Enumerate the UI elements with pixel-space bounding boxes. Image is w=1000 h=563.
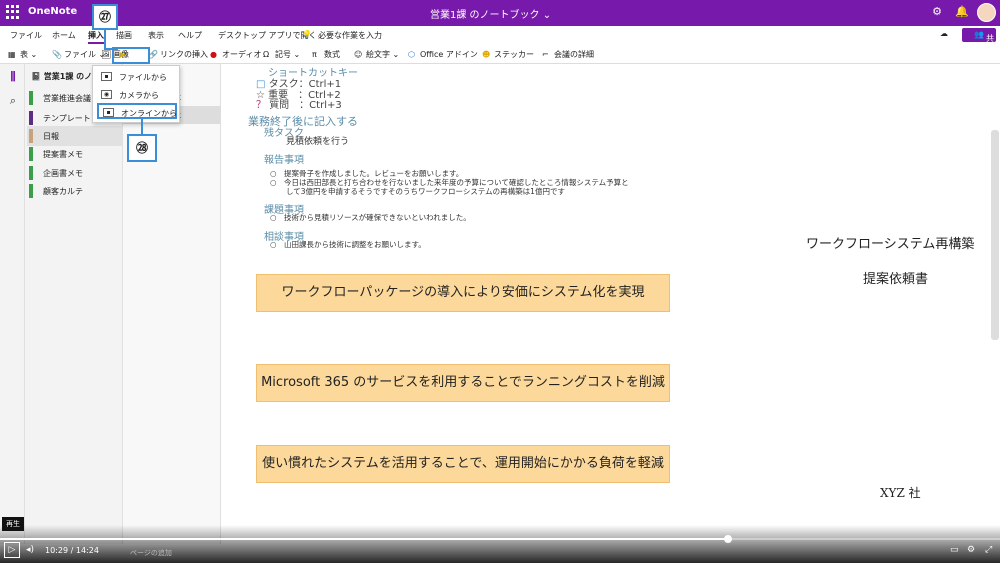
sticker-button[interactable]: ☻ ステッカー: [482, 49, 534, 60]
office-addin-button[interactable]: ⬡ Office アドイン: [408, 49, 478, 60]
section-color: [29, 91, 33, 105]
navigation-rail: ⫼ ⌕: [0, 64, 25, 544]
video-settings-icon[interactable]: ⚙: [967, 545, 975, 555]
tell-me-search[interactable]: 必要な作業を入力: [318, 30, 382, 41]
tab-draw[interactable]: 描画: [116, 30, 132, 41]
notebook-title[interactable]: 営業1課 のノートブック ⌄: [430, 6, 551, 21]
canvas-scrollbar[interactable]: [991, 130, 999, 340]
video-time: 10:29 / 14:24: [45, 546, 99, 555]
screen: OneNote 営業1課 のノートブック ⌄ ⚙ 🔔 ファイル ホーム 挿入 描…: [0, 0, 1000, 563]
highlight-box: ワークフローパッケージの導入により安価にシステム化を実現: [256, 274, 670, 312]
image-file-icon: ▪: [101, 72, 112, 81]
from-camera-menu-item[interactable]: ◉ カメラから: [97, 87, 177, 103]
section-item[interactable]: 企画書メモ: [27, 163, 122, 183]
tab-insert[interactable]: 挿入: [88, 30, 104, 44]
meeting-details-button[interactable]: ⌐ 会議の詳細: [542, 49, 594, 60]
tab-view[interactable]: 表示: [148, 30, 164, 41]
lightbulb-icon: 💡: [302, 30, 312, 39]
consult-item: ○ 山田課長から技術に調整をお願いします。: [270, 240, 426, 249]
notebooks-icon[interactable]: ⫼: [6, 70, 20, 84]
tab-file[interactable]: ファイル: [10, 30, 42, 41]
section-color: [29, 184, 33, 198]
section-color: [29, 166, 33, 180]
image-icon: 🖼: [101, 50, 112, 59]
omega-icon: Ω: [263, 50, 270, 59]
menu-tabs: ファイル ホーム 挿入 描画 表示 ヘルプ デスクトップ アプリで開く 💡 必要…: [0, 26, 1000, 57]
section-item[interactable]: 顧客カルテ: [27, 181, 122, 201]
fullscreen-icon[interactable]: ⤢: [985, 545, 992, 555]
video-progress-track[interactable]: [0, 535, 1000, 543]
insert-emoji-button[interactable]: ☺ 絵文字 ⌄: [354, 49, 399, 60]
app-name[interactable]: OneNote: [28, 6, 77, 17]
tab-home[interactable]: ホーム: [52, 30, 76, 41]
insert-file-button[interactable]: 📎 ファイル ⌄: [52, 49, 105, 60]
shortcut-line: ？ 質問 ：Ctrl+3: [256, 100, 342, 111]
report-item-continued: して3億円を申請するそうですそのうちワークフローシステムの再構築は1億円です: [286, 187, 565, 196]
from-file-menu-item[interactable]: ▪ ファイルから: [97, 69, 177, 85]
remaining-task-item: 見積依頼を行う: [286, 137, 350, 147]
section-color: [29, 111, 33, 125]
callout-arrow: [104, 48, 118, 50]
ribbon-insert: ▦ 表 ⌄ 📎 ファイル ⌄ 🖼 画像 🔗 リンクの挿入 ● オーディオ Ω 記号 ⌄ π数…: [0, 44, 1000, 64]
callout-arrow: [141, 117, 143, 135]
app-launcher-icon[interactable]: [6, 5, 20, 19]
addin-icon: ⬡: [408, 50, 415, 59]
section-item[interactable]: 日報: [27, 126, 122, 146]
online-pictures-menu-item[interactable]: ▪ オンラインから: [97, 103, 177, 119]
emoji-icon: ☺: [354, 50, 363, 59]
sync-cloud-icon[interactable]: ☁: [940, 29, 948, 38]
insert-table-button[interactable]: ▦ 表 ⌄: [8, 49, 37, 60]
settings-gear-icon[interactable]: ⚙: [930, 5, 944, 19]
add-page-button[interactable]: ページの追加: [130, 548, 172, 558]
volume-icon[interactable]: ◂): [26, 545, 34, 555]
section-color: [29, 129, 33, 143]
sticker-icon: ☻: [482, 50, 491, 59]
image-dropdown-menu: ▪ ファイルから ◉ カメラから ▪ オンラインから: [92, 65, 180, 123]
online-image-icon: ▪: [103, 108, 114, 117]
highlight-box: 使い慣れたシステムを活用することで、運用開始にかかる負荷を軽減: [256, 445, 670, 483]
section-color: [29, 147, 33, 161]
captions-icon[interactable]: ▭: [950, 545, 959, 555]
mouse-cursor-icon: ➤: [118, 50, 127, 61]
meeting-icon: ⌐: [542, 50, 549, 59]
report-heading: 報告事項: [264, 155, 304, 166]
paperclip-icon: 📎: [52, 50, 62, 59]
camera-icon: ◉: [101, 90, 112, 99]
callout-27: ㉗: [92, 4, 118, 30]
table-icon: ▦: [8, 50, 16, 59]
callout-28: ㉘: [127, 134, 157, 162]
callout-arrow: [104, 30, 106, 50]
tab-help[interactable]: ヘルプ: [178, 30, 202, 41]
insert-symbol-button[interactable]: Ω 記号 ⌄: [263, 49, 300, 60]
user-avatar[interactable]: [977, 3, 996, 22]
video-progress-fill: [0, 538, 728, 540]
slide-company: XYZ 社: [880, 486, 921, 500]
issue-item: ○ 技術から見積リソースが確保できないといわれました。: [270, 213, 471, 222]
notifications-bell-icon[interactable]: 🔔: [955, 5, 969, 19]
question-icon: ？: [256, 100, 266, 111]
play-tooltip: 再生: [2, 517, 24, 531]
slide-subtitle: 提案依頼書: [863, 272, 929, 287]
pi-icon: π: [312, 50, 317, 59]
insert-equation-button[interactable]: π 数式: [312, 49, 340, 60]
section-item[interactable]: 提案書メモ: [27, 144, 122, 164]
video-progress-knob[interactable]: [724, 535, 732, 543]
search-icon[interactable]: ⌕: [6, 94, 20, 108]
insert-link-button[interactable]: 🔗 リンクの挿入: [148, 49, 208, 60]
title-bar: OneNote 営業1課 のノートブック ⌄ ⚙ 🔔: [0, 0, 1000, 26]
insert-audio-button[interactable]: ● オーディオ: [210, 49, 261, 60]
section-list: 📓 営業1課 のノート 営業推進会議 テンプレート 日報 提案書メモ 企画書メモ…: [25, 64, 123, 544]
highlight-box: Microsoft 365 のサービスを利用することでランニングコストを削減: [256, 364, 670, 402]
record-icon: ●: [210, 50, 217, 59]
share-button[interactable]: 👥共有: [962, 28, 996, 57]
play-button[interactable]: ▷: [4, 542, 20, 558]
slide-title: ワークフローシステム再構築: [806, 237, 975, 252]
